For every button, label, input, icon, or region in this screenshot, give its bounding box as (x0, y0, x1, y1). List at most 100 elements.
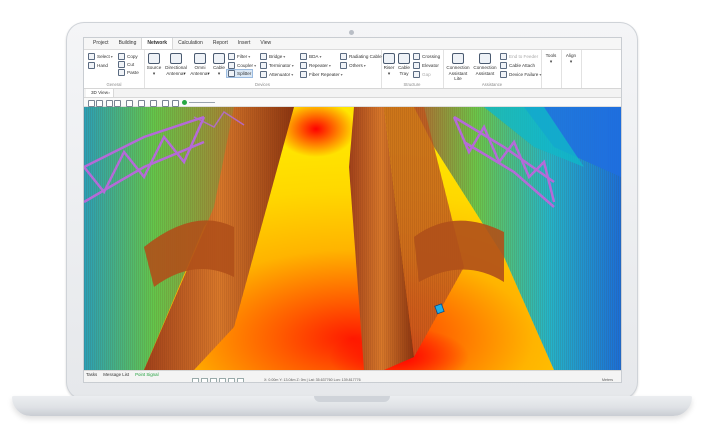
hand-button[interactable]: Hand (88, 62, 108, 69)
connection-assistant-icon (479, 53, 491, 64)
connection-assistant-button[interactable]: Connection Assistant (473, 53, 497, 76)
others-icon (340, 62, 347, 69)
radiating-cable-button[interactable]: Radiating Cable▾ (340, 53, 385, 60)
ribbon-group-devices: Source ▾ Directional Antenna▾ Omni Antenna▾… (144, 50, 385, 88)
ribbon-group-tools: Tools ▾ (541, 50, 562, 88)
cable-button[interactable]: Cable ▾ (212, 53, 226, 76)
scissors-icon (118, 61, 125, 68)
group-label-structure: Structure (403, 82, 421, 87)
camera-icon[interactable] (138, 99, 145, 107)
filter-button[interactable]: Filter ▾ (228, 53, 250, 60)
copy-icon (118, 53, 125, 60)
others-button[interactable]: Others ▾ (340, 62, 366, 69)
zoom-slider-thumb[interactable] (182, 99, 187, 105)
select-button[interactable]: Select ▾ (88, 53, 113, 60)
splitter-button[interactable]: Splitter (225, 69, 254, 78)
close-icon[interactable]: × (108, 90, 110, 95)
ribbon-tab-bar: Project Building Network Calculation Rep… (84, 38, 621, 50)
cable-icon (213, 53, 225, 64)
device-failure-icon (500, 71, 507, 78)
section-icon[interactable] (114, 99, 121, 107)
tab-tasks[interactable]: Tasks (86, 372, 97, 377)
clipboard-icon (118, 69, 125, 76)
tab-building[interactable]: Building (114, 38, 142, 49)
layers-icon[interactable] (106, 99, 113, 107)
snap-line-icon[interactable] (210, 377, 217, 382)
cursor-icon (88, 53, 95, 60)
paste-button[interactable]: Paste (118, 69, 139, 76)
tab-point-signal[interactable]: Point Signal (135, 372, 158, 377)
terminator-icon (260, 62, 267, 69)
ribbon: Select ▾ Hand Copy Cut Paste General Sour… (84, 50, 621, 89)
attenuator-button[interactable]: Attenuator ▾ (260, 71, 293, 78)
bottom-panel: Tasks Message List Point Signal X: 0.00m… (84, 370, 621, 382)
home-view-icon[interactable] (88, 99, 95, 107)
crossing-icon (413, 53, 420, 60)
tab-message-list[interactable]: Message List (103, 372, 129, 377)
signal-heatmap[interactable] (84, 107, 621, 370)
riser-button[interactable]: Riser ▾ (383, 53, 395, 76)
end-to-feeder-icon (500, 53, 507, 60)
tab-network[interactable]: Network (141, 38, 174, 49)
grid-icon[interactable] (126, 99, 133, 107)
align-button[interactable]: Align ▾ (563, 53, 579, 64)
polar-icon[interactable] (228, 377, 235, 382)
bda-icon (300, 53, 307, 60)
ortho-icon[interactable] (219, 377, 226, 382)
hand-icon (88, 62, 95, 69)
tools-button[interactable]: Tools ▾ (543, 53, 559, 64)
source-button[interactable]: Source ▾ (146, 53, 162, 76)
cable-tray-button[interactable]: Cable Tray (397, 53, 411, 76)
tab-insert[interactable]: Insert (233, 38, 256, 49)
tab-view[interactable]: View (255, 38, 276, 49)
app-window: Project Building Network Calculation Rep… (84, 38, 621, 382)
rotate-icon[interactable] (96, 99, 103, 107)
ribbon-group-structure: Riser ▾ Cable Tray Crossing Elevator Gap S… (381, 50, 444, 88)
cable-attach-button[interactable]: Cable Attach (500, 62, 535, 69)
ribbon-group-assistance: Connection Assistant Lite Connection Assis… (443, 50, 542, 88)
group-label-assistance: Assistance (481, 82, 503, 87)
splitter-icon (228, 70, 235, 77)
riser-icon (383, 53, 395, 64)
snap-grid-icon[interactable] (192, 377, 199, 382)
omni-antenna-button[interactable]: Omni Antenna▾ (190, 53, 210, 76)
source-icon (148, 53, 160, 64)
osnap-icon[interactable] (237, 377, 244, 382)
attenuator-icon (260, 71, 267, 78)
repeater-button[interactable]: Repeater ▾ (300, 62, 331, 69)
tab-calculation[interactable]: Calculation (173, 38, 208, 49)
fiber-repeater-icon (300, 71, 307, 78)
elevator-button[interactable]: Elevator (413, 62, 439, 69)
measure-icon[interactable] (162, 99, 169, 107)
cable-tray-icon (398, 53, 410, 64)
end-to-feeder-button[interactable]: End to Feeder (500, 53, 538, 60)
fiber-repeater-button[interactable]: Fiber Repeater ▾ (300, 71, 343, 78)
connection-assistant-lite-button[interactable]: Connection Assistant Lite (445, 53, 471, 82)
settings-icon[interactable] (150, 99, 157, 107)
gap-button[interactable]: Gap (413, 71, 431, 78)
crossing-button[interactable]: Crossing (413, 53, 440, 60)
snap-toggles (192, 377, 244, 382)
terminator-button[interactable]: Terminator ▾ (260, 62, 294, 69)
3d-viewport[interactable] (84, 107, 621, 370)
copy-button[interactable]: Copy (118, 53, 138, 60)
webcam-icon (349, 30, 354, 35)
cut-button[interactable]: Cut (118, 61, 134, 68)
bridge-button[interactable]: Bridge ▾ (260, 53, 285, 60)
ribbon-group-general: Select ▾ Hand Copy Cut Paste General (84, 50, 145, 88)
bridge-icon (260, 53, 267, 60)
tab-project[interactable]: Project (88, 38, 114, 49)
tab-report[interactable]: Report (208, 38, 233, 49)
coupler-icon (228, 62, 235, 69)
directional-antenna-button[interactable]: Directional Antenna▾ (164, 53, 188, 76)
zoom-out-icon[interactable] (172, 99, 179, 107)
zoom-slider-track[interactable] (189, 101, 215, 103)
filter-icon (228, 53, 235, 60)
bda-button[interactable]: BDA ▾ (300, 53, 321, 60)
group-label-general: General (106, 82, 122, 87)
coupler-button[interactable]: Coupler ▾ (228, 62, 256, 69)
device-failure-button[interactable]: Device Failure ▾ (500, 71, 541, 78)
connection-assistant-lite-icon (452, 53, 464, 64)
snap-point-icon[interactable] (201, 377, 208, 382)
status-bar: X: 0.00m Y: 13.04m Z: 0m | Lat: 35.63776… (84, 377, 621, 382)
